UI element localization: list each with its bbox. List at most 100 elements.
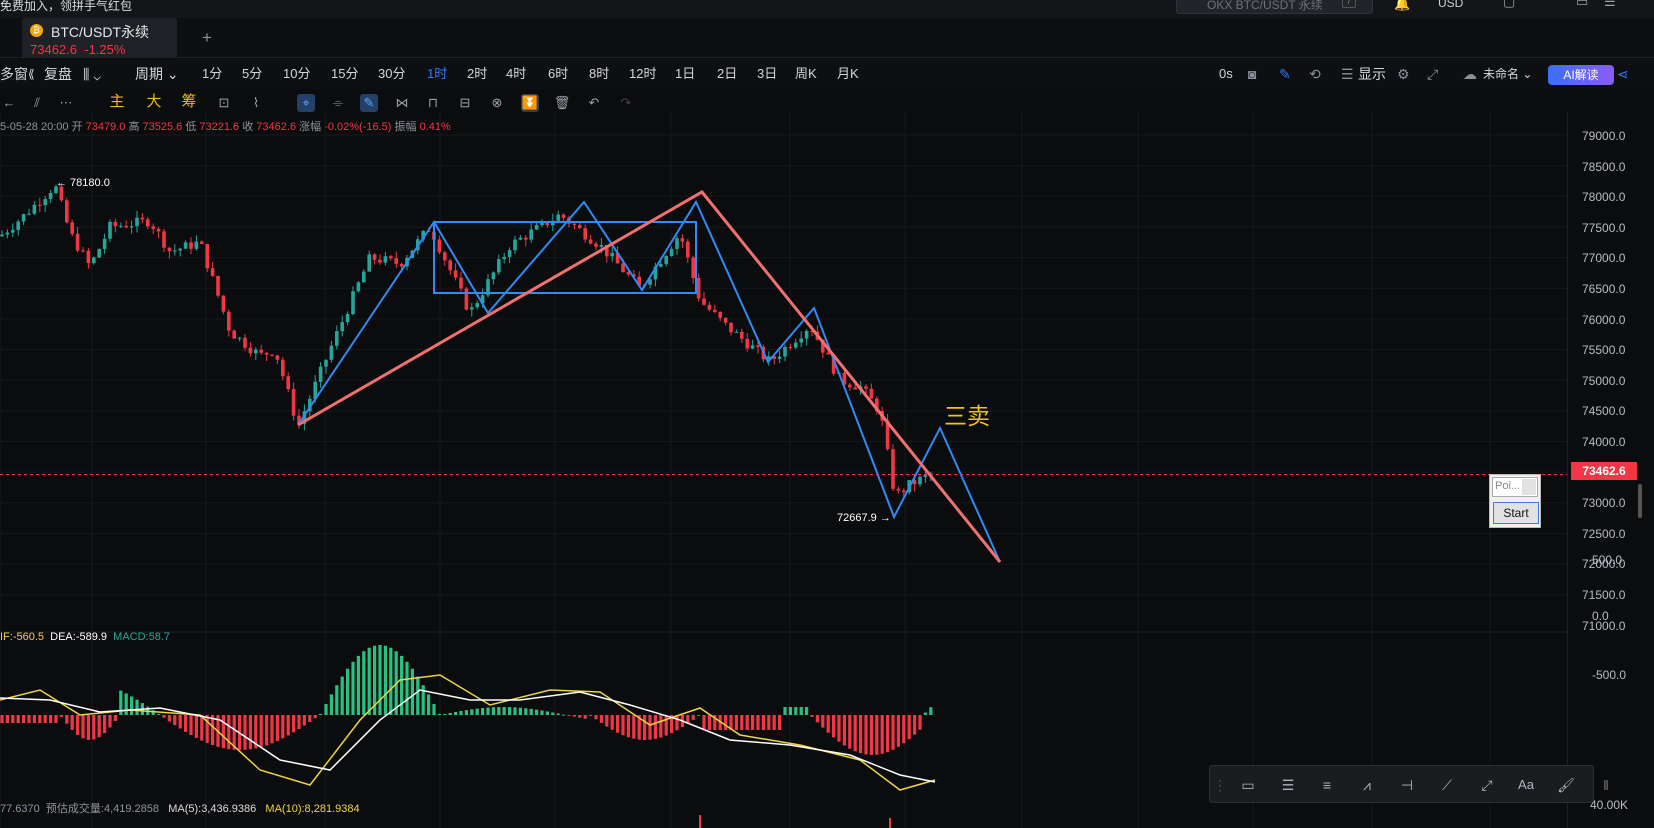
cursor-icon[interactable]: ⌖ xyxy=(297,94,315,112)
macd-bar xyxy=(578,715,582,718)
refresh-icon[interactable]: ⟲ xyxy=(1309,59,1321,89)
close-icon[interactable]: ☰ xyxy=(1604,0,1616,10)
candle-body xyxy=(588,239,593,244)
candle-body xyxy=(729,322,733,333)
macd-bar xyxy=(0,715,4,723)
macd-bar xyxy=(248,715,252,750)
image-edit-icon[interactable]: ⊟ xyxy=(456,94,474,112)
promo-text[interactable]: 免费加入，领拼手气红包 xyxy=(0,0,132,14)
macd-bar xyxy=(459,710,463,715)
collapse-icon[interactable]: ‖ xyxy=(1596,775,1616,795)
list-icon[interactable]: ☰ xyxy=(1341,59,1354,89)
fib-icon[interactable]: ☰ xyxy=(1278,775,1298,795)
timeframe-8[interactable]: 6时 xyxy=(548,59,568,89)
lock-icon[interactable]: ⊓ xyxy=(424,94,442,112)
share-icon[interactable]: ⋖ xyxy=(1617,59,1629,89)
timeframe-0[interactable]: 1分 xyxy=(202,59,222,89)
undo-icon[interactable]: ↶ xyxy=(585,94,603,112)
zigzag-icon[interactable]: ⩘ xyxy=(1357,775,1377,795)
timeframe-15[interactable]: 月K xyxy=(837,59,859,89)
price-chart[interactable] xyxy=(0,112,1654,828)
timeframe-13[interactable]: 3日 xyxy=(757,59,777,89)
macd-bar xyxy=(43,715,47,723)
trash-icon[interactable]: 🗑 xyxy=(553,94,571,112)
ray-icon[interactable]: ⤢ xyxy=(1477,775,1497,795)
start-button[interactable]: Start xyxy=(1493,502,1539,524)
magnet-icon[interactable]: ⊗ xyxy=(488,94,506,112)
timeframe-14[interactable]: 周K xyxy=(795,59,817,89)
ruler-icon[interactable]: ⌯ xyxy=(329,94,347,112)
macd-bar xyxy=(535,709,539,715)
candle-body xyxy=(707,304,712,310)
parallel-icon[interactable]: ≡ xyxy=(1317,775,1337,795)
brush-icon[interactable]: ⌇ xyxy=(247,94,265,112)
timeframe-12[interactable]: 2日 xyxy=(717,59,737,89)
macd-bar xyxy=(221,715,225,749)
timeframe-11[interactable]: 1日 xyxy=(675,59,695,89)
hline-icon[interactable]: ⊣ xyxy=(1397,775,1417,795)
price-tick: 78500.0 xyxy=(1582,159,1626,174)
main-indicator-button[interactable]: 主 xyxy=(108,93,126,111)
restore-icon[interactable]: ▭ xyxy=(1576,0,1588,10)
tab-btc-usdt[interactable]: ₿ BTC/USDT永续 73462.6 -1.25% xyxy=(22,18,177,58)
timeframe-4[interactable]: 30分 xyxy=(378,59,405,89)
pen-icon[interactable]: ✎ xyxy=(1279,59,1291,89)
candle-body xyxy=(691,257,695,278)
macd-bar xyxy=(540,710,544,715)
annotation-text[interactable]: 三卖 xyxy=(944,397,990,431)
layout-name-select[interactable]: 未命名 ⌄ xyxy=(1483,59,1532,89)
point-input[interactable]: Poi... xyxy=(1492,477,1538,497)
chips-button[interactable]: 筹 xyxy=(180,93,198,111)
more-icon[interactable]: ⋯ xyxy=(57,94,75,112)
timeframe-3[interactable]: 15分 xyxy=(331,59,358,89)
window-icon[interactable]: ▢ xyxy=(1503,0,1515,10)
big-order-button[interactable]: 大 xyxy=(145,93,163,111)
draw-pen-icon[interactable]: ✎ xyxy=(360,94,378,112)
macd-bar xyxy=(383,645,387,715)
pattern-icon[interactable]: ⋈ xyxy=(393,94,411,112)
lines-icon[interactable]: ⫽ xyxy=(28,94,46,112)
filter-icon[interactable]: ⏬ xyxy=(521,94,539,112)
macd-bar xyxy=(184,715,188,732)
indicator-icon[interactable]: ⊡ xyxy=(215,94,233,112)
timeframe-1[interactable]: 5分 xyxy=(242,59,262,89)
timeframe-7[interactable]: 4时 xyxy=(506,59,526,89)
multi-window-button[interactable]: 多窗 xyxy=(0,59,28,89)
currency-select[interactable]: USD xyxy=(1438,0,1463,10)
fullscreen-icon[interactable]: ⤢ xyxy=(1427,59,1438,89)
timeframe-9[interactable]: 8时 xyxy=(589,59,609,89)
display-button[interactable]: 显示 xyxy=(1358,59,1386,89)
timeframe-5[interactable]: 1时 xyxy=(419,59,455,89)
timeframe-10[interactable]: 12时 xyxy=(629,59,656,89)
brush-tool-icon[interactable]: 🖌 xyxy=(1556,775,1576,795)
volume-bar xyxy=(889,818,891,828)
text-icon[interactable]: Aa xyxy=(1516,775,1536,795)
camera-icon[interactable]: ◙ xyxy=(1248,59,1256,89)
bell-icon[interactable]: 🔔 xyxy=(1394,0,1410,12)
ai-interpret-button[interactable]: AI解读 xyxy=(1548,65,1614,85)
rectangle-icon[interactable]: ▭ xyxy=(1238,775,1258,795)
settings-icon[interactable]: ⚙ xyxy=(1397,59,1410,89)
arrow-left-icon[interactable]: ← xyxy=(0,94,18,112)
macd-bar xyxy=(594,715,598,720)
replay-button[interactable]: 复盘 xyxy=(44,59,72,89)
macd-bar xyxy=(313,715,317,719)
macd-bar xyxy=(761,715,765,730)
candle-body xyxy=(81,250,85,252)
redo-icon[interactable]: ↷ xyxy=(617,94,635,112)
period-button[interactable]: 周期 ⌄ xyxy=(135,59,179,89)
candle-body xyxy=(718,311,722,318)
add-tab-button[interactable]: + xyxy=(202,28,212,48)
search-input[interactable]: OKX BTC/USDT 永续 / xyxy=(1176,0,1373,14)
macd-bar xyxy=(135,699,139,715)
macd-bar xyxy=(427,694,431,715)
drag-handle-icon[interactable]: ⋮ xyxy=(1210,775,1230,795)
timeframe-6[interactable]: 2时 xyxy=(467,59,487,89)
scrollbar[interactable] xyxy=(1638,484,1642,518)
segment-icon[interactable]: ⟋ xyxy=(1437,775,1457,795)
macd-bar xyxy=(556,713,560,715)
countdown: 0s xyxy=(1219,66,1233,81)
timeframe-2[interactable]: 10分 xyxy=(283,59,310,89)
chart-type-icon[interactable]: ⫼ ⌄ xyxy=(83,59,101,89)
macd-bar xyxy=(734,715,738,730)
